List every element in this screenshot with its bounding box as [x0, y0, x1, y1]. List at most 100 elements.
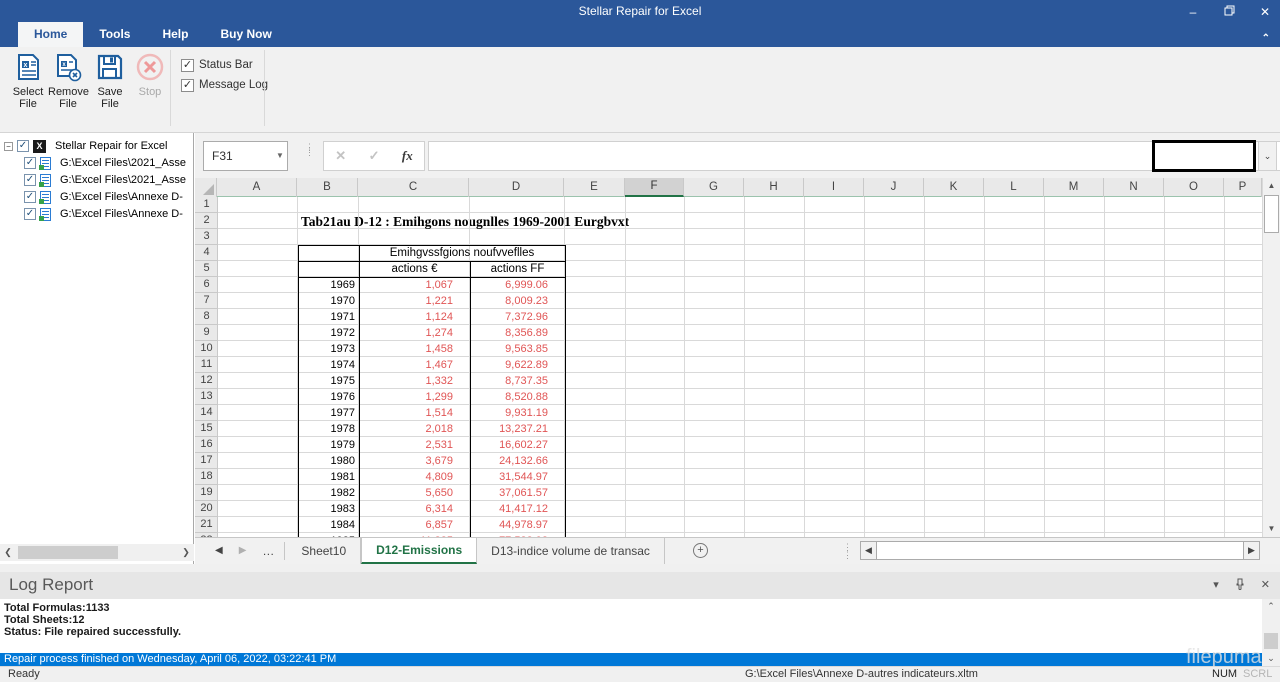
- column-header-j[interactable]: J: [864, 178, 924, 197]
- value-cell[interactable]: 6,999.06: [470, 277, 548, 293]
- sheet-tab-sheet10[interactable]: Sheet10: [287, 538, 361, 564]
- splitter-handle-icon[interactable]: ⋮⋮: [843, 538, 852, 564]
- row-header-9[interactable]: 9: [195, 325, 218, 341]
- select-file-button[interactable]: xSelectFile: [8, 52, 48, 110]
- column-header-p[interactable]: P: [1224, 178, 1262, 197]
- row-header-15[interactable]: 15: [195, 421, 218, 437]
- close-button[interactable]: ✕: [1258, 5, 1272, 19]
- cancel-icon[interactable]: ✕: [335, 148, 346, 164]
- column-header-g[interactable]: G: [684, 178, 744, 197]
- year-cell[interactable]: 1978: [298, 421, 355, 437]
- value-cell[interactable]: 5,650: [359, 485, 453, 501]
- sheet-tab-d13-indice-volume-de-transac[interactable]: D13-indice volume de transac: [477, 538, 665, 564]
- row-header-11[interactable]: 11: [195, 357, 218, 373]
- value-cell[interactable]: 44,978.97: [470, 517, 548, 533]
- checkbox-icon[interactable]: ✓: [181, 79, 194, 92]
- row-header-5[interactable]: 5: [195, 261, 218, 277]
- insert-function-icon[interactable]: fx: [402, 148, 413, 164]
- enter-icon[interactable]: ✓: [369, 148, 380, 164]
- tree-file-item[interactable]: ✓G:\Excel Files\2021_Asse: [0, 172, 194, 188]
- value-cell[interactable]: 8,737.35: [470, 373, 548, 389]
- add-sheet-button[interactable]: +: [693, 543, 708, 558]
- scroll-up-icon[interactable]: ▲: [1264, 178, 1279, 194]
- minimize-button[interactable]: –: [1186, 5, 1200, 19]
- expand-formula-bar-icon[interactable]: ⌄: [1258, 141, 1277, 171]
- grid-horizontal-scrollbar[interactable]: ◀ ▶: [860, 541, 1260, 560]
- select-all-corner[interactable]: [195, 178, 217, 197]
- value-cell[interactable]: 1,124: [359, 309, 453, 325]
- column-header-c[interactable]: C: [358, 178, 469, 197]
- value-cell[interactable]: 1,299: [359, 389, 453, 405]
- value-cell[interactable]: 3,679: [359, 453, 453, 469]
- year-cell[interactable]: 1982: [298, 485, 355, 501]
- row-header-20[interactable]: 20: [195, 501, 218, 517]
- value-cell[interactable]: 8,009.23: [470, 293, 548, 309]
- menu-tab-help[interactable]: Help: [146, 22, 204, 47]
- row-header-16[interactable]: 16: [195, 437, 218, 453]
- log-highlight-line[interactable]: Repair process finished on Wednesday, Ap…: [0, 653, 1262, 666]
- year-cell[interactable]: 1969: [298, 277, 355, 293]
- value-cell[interactable]: 2,531: [359, 437, 453, 453]
- row-header-13[interactable]: 13: [195, 389, 218, 405]
- year-cell[interactable]: 1984: [298, 517, 355, 533]
- value-cell[interactable]: 6,857: [359, 517, 453, 533]
- year-cell[interactable]: 1974: [298, 357, 355, 373]
- pin-icon[interactable]: [1235, 578, 1245, 593]
- column-header-l[interactable]: L: [984, 178, 1044, 197]
- namebox-dropdown-icon[interactable]: ▼: [273, 141, 287, 171]
- row-header-6[interactable]: 6: [195, 277, 218, 293]
- value-cell[interactable]: 4,809: [359, 469, 453, 485]
- row-header-3[interactable]: 3: [195, 229, 218, 245]
- menu-tab-tools[interactable]: Tools: [83, 22, 146, 47]
- year-cell[interactable]: 1979: [298, 437, 355, 453]
- checkbox-icon[interactable]: ✓: [17, 140, 29, 152]
- scroll-right-icon[interactable]: ▶: [1243, 542, 1259, 559]
- column-header-o[interactable]: O: [1164, 178, 1224, 197]
- value-cell[interactable]: 9,931.19: [470, 405, 548, 421]
- value-cell[interactable]: 31,544.97: [470, 469, 548, 485]
- scroll-down-icon[interactable]: ▼: [1264, 521, 1279, 537]
- year-cell[interactable]: 1975: [298, 373, 355, 389]
- value-cell[interactable]: 8,520.88: [470, 389, 548, 405]
- tree-file-item[interactable]: ✓G:\Excel Files\2021_Asse: [0, 155, 194, 171]
- tree-root-item[interactable]: −✓XStellar Repair for Excel: [0, 138, 194, 154]
- value-cell[interactable]: 8,356.89: [470, 325, 548, 341]
- menu-tab-home[interactable]: Home: [18, 22, 83, 47]
- collapse-ribbon-icon[interactable]: ⌃: [1262, 33, 1270, 44]
- scroll-down-icon[interactable]: ⌄: [1264, 653, 1278, 664]
- year-cell[interactable]: 1972: [298, 325, 355, 341]
- year-cell[interactable]: 1980: [298, 453, 355, 469]
- collapse-icon[interactable]: −: [4, 142, 13, 151]
- column-header-k[interactable]: K: [924, 178, 984, 197]
- value-cell[interactable]: 37,061.57: [470, 485, 548, 501]
- year-cell[interactable]: 1981: [298, 469, 355, 485]
- column-header-f[interactable]: F: [625, 178, 684, 197]
- checkbox-icon[interactable]: ✓: [24, 191, 36, 203]
- grid-canvas[interactable]: Tab21au D-12 : Emihgons nougnlles 1969-2…: [218, 197, 1262, 537]
- row-header-1[interactable]: 1: [195, 197, 218, 213]
- row-header-17[interactable]: 17: [195, 453, 218, 469]
- save-file-button[interactable]: SaveFile: [90, 52, 130, 110]
- row-header-8[interactable]: 8: [195, 309, 218, 325]
- scrollbar-thumb[interactable]: [1264, 633, 1278, 649]
- column-header-d[interactable]: D: [469, 178, 564, 197]
- value-cell[interactable]: 16,602.27: [470, 437, 548, 453]
- tab-scroll-right-icon[interactable]: ▶: [231, 538, 255, 564]
- checkbox-icon[interactable]: ✓: [24, 157, 36, 169]
- value-cell[interactable]: 9,563.85: [470, 341, 548, 357]
- value-cell[interactable]: 1,332: [359, 373, 453, 389]
- checkbox-icon[interactable]: ✓: [24, 174, 36, 186]
- column-header-a[interactable]: A: [217, 178, 297, 197]
- row-header-18[interactable]: 18: [195, 469, 218, 485]
- value-cell[interactable]: 1,467: [359, 357, 453, 373]
- year-cell[interactable]: 1970: [298, 293, 355, 309]
- formula-focus-box[interactable]: [1152, 140, 1256, 172]
- column-header-h[interactable]: H: [744, 178, 804, 197]
- tab-scroll-left-icon[interactable]: ◀: [195, 538, 231, 564]
- row-header-7[interactable]: 7: [195, 293, 218, 309]
- year-cell[interactable]: 1977: [298, 405, 355, 421]
- row-header-12[interactable]: 12: [195, 373, 218, 389]
- tab-ellipsis[interactable]: …: [254, 538, 282, 564]
- scrollbar-thumb[interactable]: [877, 542, 1243, 559]
- column-header-n[interactable]: N: [1104, 178, 1164, 197]
